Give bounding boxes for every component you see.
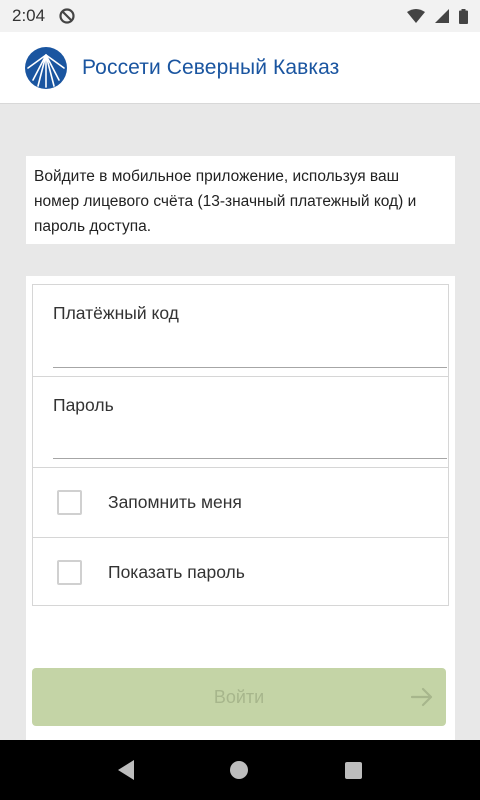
remember-me-checkbox[interactable]	[57, 490, 82, 515]
payment-code-input[interactable]	[53, 340, 447, 368]
rosseti-logo	[25, 46, 67, 89]
do-not-disturb-icon	[59, 8, 75, 24]
status-bar: 2:04	[0, 0, 480, 32]
intro-text: Войдите в мобильное приложение, использу…	[34, 168, 417, 235]
arrow-right-icon	[410, 687, 433, 707]
app-title: Россети Северный Кавказ	[82, 55, 340, 79]
login-button-label: Войти	[213, 686, 265, 707]
remember-me-label: Запомнить меня	[108, 492, 242, 512]
payment-code-field: Платёжный код	[33, 285, 448, 377]
wifi-icon	[407, 9, 425, 23]
status-time: 2:04	[12, 6, 46, 25]
password-input[interactable]	[53, 431, 447, 459]
back-icon[interactable]	[118, 760, 135, 780]
home-icon[interactable]	[230, 761, 249, 779]
status-icons	[407, 8, 468, 24]
password-label: Пароль	[53, 395, 114, 415]
intro-card: Войдите в мобильное приложение, использу…	[26, 156, 455, 244]
system-nav-bar	[0, 740, 480, 800]
signal-icon	[435, 9, 449, 23]
login-form-panel: Платёжный код Пароль Запомнить меня Пока…	[26, 276, 455, 740]
login-button[interactable]: Войти	[32, 668, 446, 726]
password-field: Пароль	[33, 377, 448, 468]
recents-icon[interactable]	[344, 761, 362, 779]
app-header: Россети Северный Кавказ	[0, 32, 480, 104]
payment-code-label: Платёжный код	[53, 303, 179, 323]
show-password-label: Показать пароль	[108, 561, 245, 582]
show-password-checkbox[interactable]	[57, 559, 82, 585]
battery-icon	[459, 8, 468, 24]
remember-me-row[interactable]: Запомнить меня	[33, 468, 448, 538]
login-form: Платёжный код Пароль Запомнить меня Пока…	[32, 284, 449, 606]
show-password-row[interactable]: Показать пароль	[33, 538, 448, 606]
